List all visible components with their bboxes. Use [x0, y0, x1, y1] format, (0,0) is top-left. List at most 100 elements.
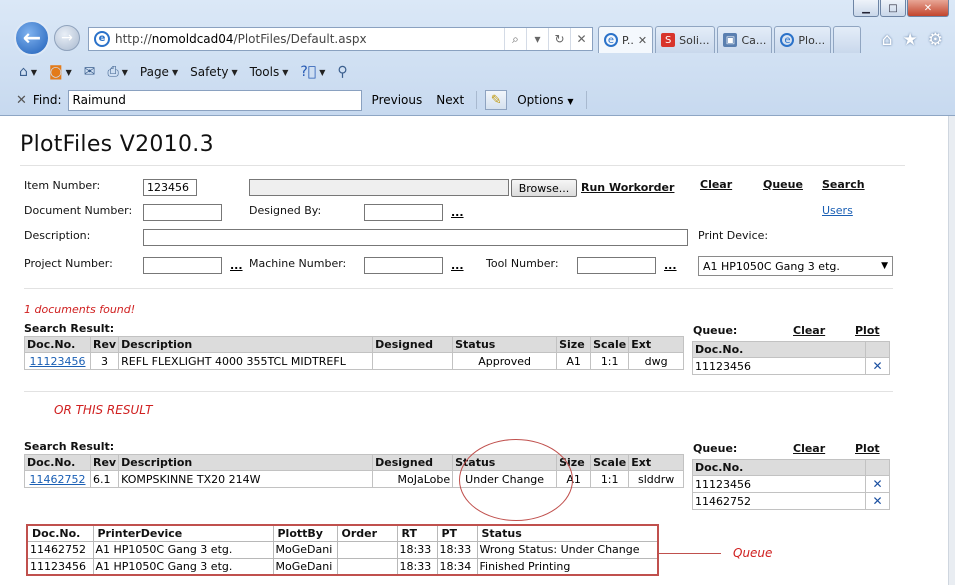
print-button[interactable]: ⎙ ▼ — [105, 62, 131, 82]
table-header-row: Doc.No. Rev Description Designed Status … — [24, 454, 684, 471]
search-result-table-2: Doc.No. Rev Description Designed Status … — [24, 454, 684, 488]
project-number-input[interactable] — [143, 257, 222, 274]
forward-arrow-icon[interactable]: → — [54, 25, 80, 51]
remove-icon[interactable]: ✕ — [865, 357, 890, 375]
find-label: Find: — [32, 93, 62, 107]
favorites-star-icon[interactable]: ★ — [903, 30, 918, 50]
tab-plo[interactable]: e Plo... — [774, 26, 832, 53]
ie-icon: e — [780, 33, 795, 47]
page-scrollbar[interactable] — [948, 116, 955, 585]
home-icon[interactable]: ⌂ — [882, 30, 893, 50]
chevron-down-icon: ▼ — [65, 67, 72, 77]
machine-number-lookup-button[interactable]: ... — [451, 259, 464, 272]
machine-number-label: Machine Number: — [249, 257, 347, 270]
document-number-input[interactable] — [143, 204, 222, 221]
machine-number-input[interactable] — [364, 257, 443, 274]
tab-plotfiles[interactable]: e P.. ✕ — [598, 26, 654, 53]
find-options-menu[interactable]: Options ▼ — [513, 93, 577, 107]
project-number-lookup-button[interactable]: ... — [230, 259, 243, 272]
chevron-down-icon: ▼ — [282, 67, 289, 77]
search-result-title: Search Result: — [24, 440, 115, 453]
page-content: PlotFiles V2010.3 Item Number: 123456 Br… — [0, 116, 948, 585]
chevron-down-icon: ▼ — [881, 261, 888, 271]
search-link[interactable]: Search — [822, 178, 865, 191]
or-this-result-note: OR THIS RESULT — [54, 403, 153, 417]
users-link[interactable]: Users — [822, 204, 853, 217]
gear-icon[interactable]: ⚙ — [928, 30, 943, 50]
find-next-button[interactable]: Next — [432, 93, 468, 107]
page-menu[interactable]: Page ▼ — [137, 63, 181, 81]
remove-icon[interactable]: ✕ — [865, 492, 890, 510]
feeds-button[interactable]: ◙ ▼ — [46, 62, 75, 82]
doc-number-link[interactable]: 11123456 — [30, 355, 86, 368]
research-icon: ⚲ — [337, 64, 348, 80]
maximize-icon[interactable]: □ — [880, 0, 906, 17]
queue-plot-link[interactable]: Plot — [855, 442, 880, 455]
browser-toolbar-right: ⌂ ★ ⚙ — [882, 30, 943, 50]
print-device-label: Print Device: — [698, 229, 769, 242]
refresh-icon[interactable]: ↻ — [548, 28, 570, 50]
queue-panel-title: Queue: — [693, 324, 738, 337]
doc-number-link[interactable]: 11462752 — [30, 473, 86, 486]
queue-list-1: Doc.No. 11123456 ✕ — [692, 341, 890, 375]
queue-clear-link[interactable]: Clear — [793, 324, 825, 337]
help-icon: ?⃝ — [300, 64, 317, 80]
table-row: 11123456 3 REFL FLEXLIGHT 4000 355TCL MI… — [24, 352, 684, 370]
command-bar: ⌂ ▼ ◙ ▼ ✉ ⎙ ▼ Page ▼ Safety ▼ Tools ▼ ?⃝ ▼ ⚲ — [0, 58, 948, 86]
address-url[interactable]: http://nomoldcad04/PlotFiles/Default.asp… — [115, 32, 504, 46]
doc-icon: ▣ — [723, 33, 738, 47]
queue-panel-title: Queue: — [693, 442, 738, 455]
document-number-label: Document Number: — [24, 204, 133, 217]
new-tab-button[interactable] — [833, 26, 862, 53]
clear-link[interactable]: Clear — [700, 178, 732, 191]
dropdown-icon[interactable]: ▾ — [526, 28, 548, 50]
list-item: 11123456 ✕ — [692, 357, 890, 375]
page-title: PlotFiles V2010.3 — [20, 132, 214, 157]
back-arrow-icon[interactable]: ← — [14, 20, 50, 56]
help-button[interactable]: ?⃝ ▼ — [297, 62, 328, 82]
browse-button[interactable]: Browse... — [511, 179, 577, 197]
mail-button[interactable]: ✉ — [81, 62, 99, 82]
chevron-down-icon: ▼ — [171, 67, 179, 77]
run-workorder-link[interactable]: Run Workorder — [581, 181, 674, 194]
print-device-select[interactable]: A1 HP1050C Gang 3 etg. ▼ — [698, 256, 893, 276]
stop-icon[interactable]: ✕ — [570, 28, 592, 50]
chevron-down-icon: ▼ — [567, 97, 574, 106]
queue-plot-link[interactable]: Plot — [855, 324, 880, 337]
tool-number-input[interactable] — [577, 257, 656, 274]
tools-menu[interactable]: Tools ▼ — [247, 63, 292, 81]
description-label: Description: — [24, 229, 91, 242]
designed-by-label: Designed By: — [249, 204, 322, 217]
tool-number-label: Tool Number: — [486, 257, 559, 270]
research-button[interactable]: ⚲ — [334, 62, 350, 82]
solid-icon: S — [661, 33, 676, 47]
ie-icon: e — [604, 33, 618, 47]
table-row: 11462752 6.1 KOMPSKINNE TX20 214W MoJaLo… — [24, 470, 684, 488]
annotation-line — [659, 553, 721, 554]
description-input[interactable] — [143, 229, 688, 246]
tab-ca[interactable]: ▣ Ca... — [717, 26, 773, 53]
highlight-icon[interactable]: ✎ — [485, 90, 508, 110]
close-find-icon[interactable]: ✕ — [16, 93, 27, 108]
tool-number-lookup-button[interactable]: ... — [664, 259, 677, 272]
address-bar[interactable]: e http://nomoldcad04/PlotFiles/Default.a… — [88, 27, 593, 51]
divider — [476, 91, 478, 109]
find-input[interactable] — [67, 89, 362, 111]
queue-clear-link[interactable]: Clear — [793, 442, 825, 455]
file-path-input[interactable] — [249, 179, 509, 196]
tab-solid[interactable]: S Soli... — [655, 26, 716, 53]
table-header-row: Doc.No. PrinterDevice PlottBy Order RT P… — [26, 524, 659, 542]
safety-menu[interactable]: Safety ▼ — [187, 63, 241, 81]
remove-icon[interactable]: ✕ — [865, 475, 890, 493]
item-number-input[interactable]: 123456 — [143, 179, 197, 196]
home-button[interactable]: ⌂ ▼ — [16, 62, 40, 82]
close-tab-icon[interactable]: ✕ — [638, 34, 647, 47]
designed-by-lookup-button[interactable]: ... — [451, 206, 464, 219]
search-icon[interactable]: ⌕ — [504, 28, 526, 50]
queue-link[interactable]: Queue — [763, 178, 803, 191]
close-window-icon[interactable]: ✕ — [907, 0, 949, 17]
find-previous-button[interactable]: Previous — [368, 93, 427, 107]
designed-by-input[interactable] — [364, 204, 443, 221]
window-controls: ▁ □ ✕ — [853, 0, 949, 17]
minimize-icon[interactable]: ▁ — [853, 0, 879, 17]
